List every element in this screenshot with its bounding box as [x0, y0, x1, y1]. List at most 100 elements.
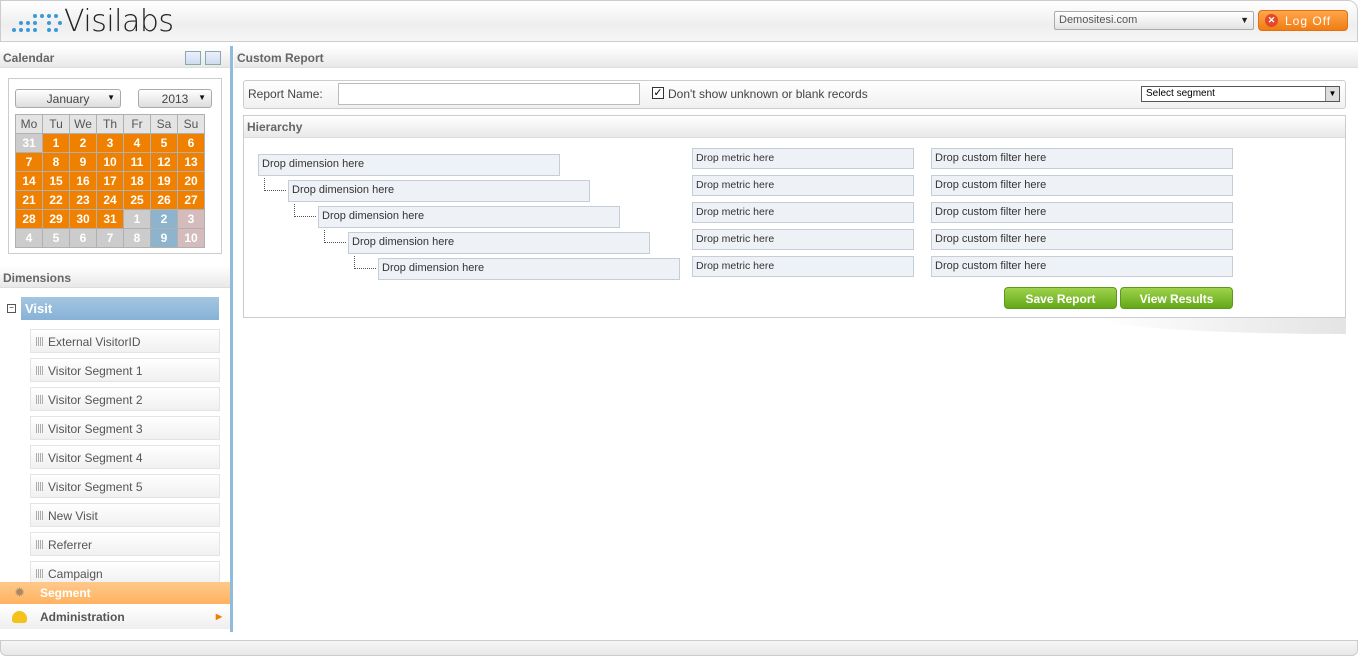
segment-select[interactable]: Select segment ▼: [1141, 86, 1340, 102]
calendar-day[interactable]: 29: [42, 209, 70, 229]
calendar-day[interactable]: 9: [150, 228, 178, 248]
calendar-day[interactable]: 24: [96, 190, 124, 210]
filter-drop-zone[interactable]: Drop custom filter here: [931, 229, 1233, 250]
drag-handle-icon: [36, 511, 43, 520]
calendar-day[interactable]: 13: [177, 152, 205, 172]
dimension-group-visit[interactable]: Visit: [21, 297, 219, 320]
calendar-day[interactable]: 30: [69, 209, 97, 229]
calendar-day[interactable]: 25: [123, 190, 151, 210]
calendar-day[interactable]: 31: [96, 209, 124, 229]
logoff-button[interactable]: ✕ Log Off: [1258, 10, 1348, 31]
filter-drop-zone[interactable]: Drop custom filter here: [931, 148, 1233, 169]
calendar-grid: Mo Tu We Th Fr Sa Su 31 1 2 3 4 5 6 7 8 9 10 11 12 13 14 15 16 1…: [15, 114, 205, 248]
calendar-day[interactable]: 6: [69, 228, 97, 248]
weekday-header: We: [69, 114, 97, 134]
metric-drop-zone[interactable]: Drop metric here: [692, 202, 914, 223]
calendar-day[interactable]: 28: [15, 209, 43, 229]
calendar-day[interactable]: 7: [96, 228, 124, 248]
calendar-day[interactable]: 10: [177, 228, 205, 248]
dimension-item[interactable]: Visitor Segment 1: [30, 358, 220, 382]
dimension-item[interactable]: Visitor Segment 5: [30, 474, 220, 498]
drop-zone-label: Drop dimension here: [292, 184, 395, 196]
calendar-day[interactable]: 23: [69, 190, 97, 210]
dimension-item[interactable]: Visitor Segment 2: [30, 387, 220, 411]
dimension-drop-zone[interactable]: Drop dimension here: [378, 258, 680, 280]
calendar-day[interactable]: 14: [15, 171, 43, 191]
calendar-day[interactable]: 3: [177, 209, 205, 229]
dimension-label: Referrer: [48, 538, 93, 552]
calendar-day[interactable]: 18: [123, 171, 151, 191]
dimension-item[interactable]: External VisitorID: [30, 329, 220, 353]
calendar-day[interactable]: 22: [42, 190, 70, 210]
drop-zone-label: Drop dimension here: [262, 158, 365, 170]
calendar-day[interactable]: 3: [96, 133, 124, 153]
calendar-day[interactable]: 10: [96, 152, 124, 172]
dimension-item[interactable]: New Visit: [30, 503, 220, 527]
calendar-day[interactable]: 8: [123, 228, 151, 248]
calendar-day[interactable]: 11: [123, 152, 151, 172]
calendar-day[interactable]: 21: [15, 190, 43, 210]
dimension-label: Visitor Segment 1: [48, 364, 143, 378]
calendar-day[interactable]: 5: [42, 228, 70, 248]
drop-zone-label: Drop custom filter here: [935, 206, 1047, 218]
calendar-day[interactable]: 2: [69, 133, 97, 153]
calendar-day[interactable]: 2: [150, 209, 178, 229]
metric-drop-zone[interactable]: Drop metric here: [692, 148, 914, 169]
dimension-item[interactable]: Visitor Segment 3: [30, 416, 220, 440]
calendar-day[interactable]: 31: [15, 133, 43, 153]
dimension-drop-zone[interactable]: Drop dimension here: [318, 206, 620, 228]
maximize-icon[interactable]: [205, 51, 221, 65]
collapse-icon[interactable]: −: [7, 304, 16, 313]
year-select[interactable]: 2013 ▼: [138, 89, 212, 108]
filter-drop-zone[interactable]: Drop custom filter here: [931, 202, 1233, 223]
calendar-day[interactable]: 4: [15, 228, 43, 248]
calendar-day[interactable]: 16: [69, 171, 97, 191]
calendar-day[interactable]: 8: [42, 152, 70, 172]
dont-show-checkbox[interactable]: ✓: [652, 87, 664, 99]
dimension-item[interactable]: Visitor Segment 4: [30, 445, 220, 469]
calendar-day[interactable]: 7: [15, 152, 43, 172]
calendar-day[interactable]: 12: [150, 152, 178, 172]
weekday-header: Tu: [42, 114, 70, 134]
calendar-day[interactable]: 4: [123, 133, 151, 153]
metric-drop-zone[interactable]: Drop metric here: [692, 229, 914, 250]
calendar-day[interactable]: 19: [150, 171, 178, 191]
calendar-day[interactable]: 6: [177, 133, 205, 153]
filter-drop-zone[interactable]: Drop custom filter here: [931, 175, 1233, 196]
calendar-day[interactable]: 15: [42, 171, 70, 191]
dimension-drop-zone[interactable]: Drop dimension here: [258, 154, 560, 176]
sidebar-item-administration[interactable]: Administration ▶: [0, 605, 230, 629]
calendar-day[interactable]: 26: [150, 190, 178, 210]
sidebar-divider[interactable]: [230, 46, 233, 632]
panel-shadow: [1100, 318, 1346, 334]
save-report-button[interactable]: Save Report: [1004, 287, 1117, 309]
group-label: Visit: [25, 301, 53, 316]
visilabs-logo[interactable]: Visilabs: [10, 4, 174, 39]
chevron-down-icon: ▼: [1325, 87, 1339, 101]
dont-show-label: Don't show unknown or blank records: [668, 87, 868, 101]
drop-zone-label: Drop dimension here: [322, 210, 425, 222]
metric-drop-zone[interactable]: Drop metric here: [692, 256, 914, 277]
report-name-input[interactable]: [338, 83, 640, 105]
sidebar-item-segment[interactable]: ✹ Segment: [0, 582, 230, 604]
dimension-drop-zone[interactable]: Drop dimension here: [348, 232, 650, 254]
segment-label: Segment: [40, 586, 91, 600]
calendar-day[interactable]: 1: [42, 133, 70, 153]
view-results-button[interactable]: View Results: [1120, 287, 1233, 309]
dimension-item[interactable]: Referrer: [30, 532, 220, 556]
calendar-day[interactable]: 20: [177, 171, 205, 191]
site-select[interactable]: Demositesi.com ▼: [1054, 11, 1254, 30]
windows-icon[interactable]: [185, 51, 201, 65]
metric-drop-zone[interactable]: Drop metric here: [692, 175, 914, 196]
calendar-day[interactable]: 27: [177, 190, 205, 210]
calendar-day[interactable]: 1: [123, 209, 151, 229]
calendar-day[interactable]: 17: [96, 171, 124, 191]
chevron-down-icon: ▼: [1240, 15, 1249, 25]
drag-handle-icon: [36, 395, 43, 404]
month-select[interactable]: January ▼: [15, 89, 121, 108]
calendar-day[interactable]: 5: [150, 133, 178, 153]
dimension-label: Campaign: [48, 567, 103, 581]
filter-drop-zone[interactable]: Drop custom filter here: [931, 256, 1233, 277]
calendar-day[interactable]: 9: [69, 152, 97, 172]
dimension-drop-zone[interactable]: Drop dimension here: [288, 180, 590, 202]
